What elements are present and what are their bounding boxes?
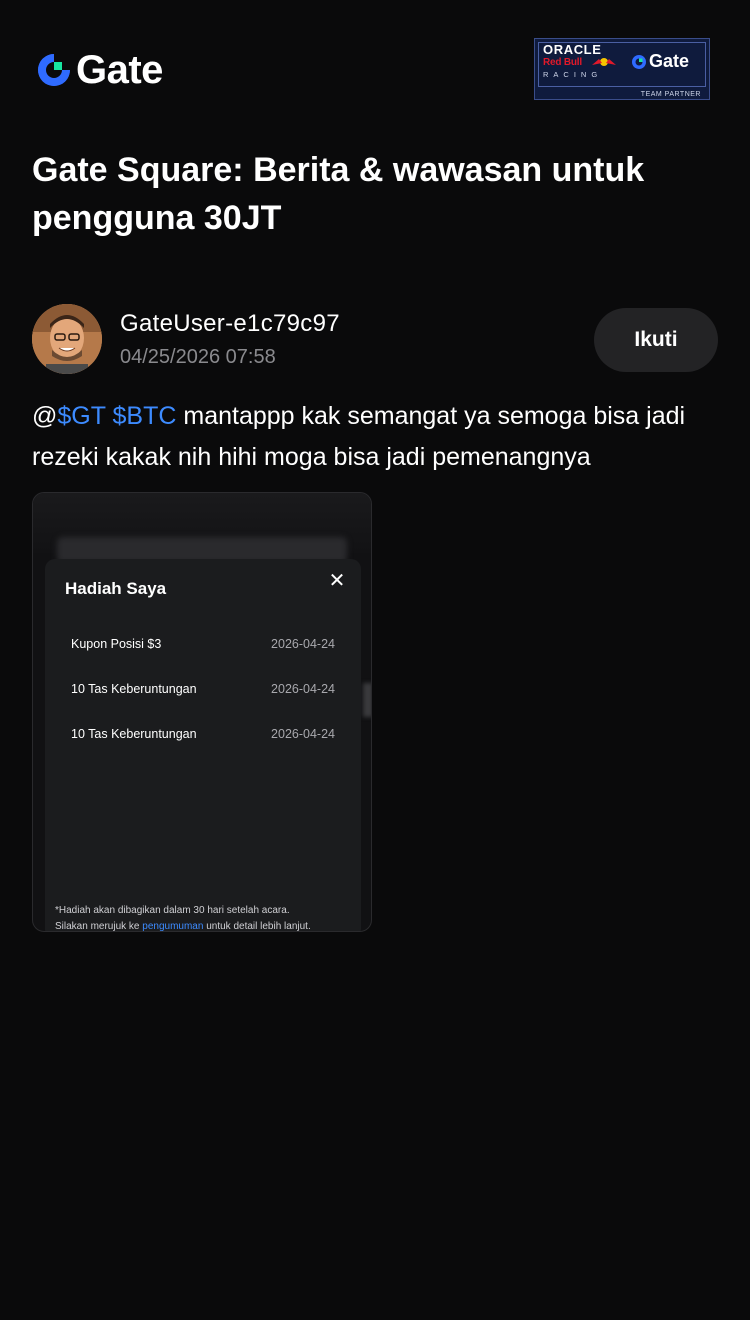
partner-racing-text: RACING [543,70,603,79]
avatar[interactable] [32,304,102,374]
partner-banner[interactable]: ORACLE Red Bull RACING Gate TEAM PARTNER [534,38,710,100]
gate-logo[interactable]: Gate [36,47,163,92]
partner-redbull-text: Red Bull [543,57,582,68]
post-body: @$GT $BTC mantappp kak semangat ya semog… [32,396,712,478]
follow-button[interactable]: Ikuti [594,308,718,372]
announcement-link: pengumuman [142,921,204,932]
reward-name: 10 Tas Keberuntungan [71,727,197,741]
close-icon: ✕ [328,570,346,592]
modal-note: *Hadiah akan dibagikan dalam 30 hari set… [55,903,355,932]
page: Gate ORACLE Red Bull RACING Gate TEAM PA… [0,0,750,1320]
reward-row: 10 Tas Keberuntungan 2026-04-24 [71,682,335,702]
partner-gate-text: Gate [649,51,690,71]
gate-mini-icon [632,54,646,69]
note-line-2: Silakan merujuk ke pengumuman untuk deta… [55,919,355,932]
author-row: GateUser-e1c79c97 04/25/2026 07:58 Ikuti [32,304,718,376]
mention-at: @ [32,402,58,430]
redbull-icon [592,58,616,66]
logo-text: Gate [76,47,163,92]
reward-name: Kupon Posisi $3 [71,637,162,651]
post-timestamp: 04/25/2026 07:58 [120,346,276,368]
reward-row: 10 Tas Keberuntungan 2026-04-24 [71,727,335,747]
note-text-b: untuk detail lebih lanjut. [203,921,311,932]
reward-row: Kupon Posisi $3 2026-04-24 [71,637,335,657]
partner-badge-text: TEAM PARTNER [640,91,701,98]
note-line-1: *Hadiah akan dibagikan dalam 30 hari set… [55,905,290,916]
reward-name: 10 Tas Keberuntungan [71,682,197,696]
tag-btc[interactable]: $BTC [113,402,177,430]
gate-logo-icon [38,54,70,86]
header: Gate ORACLE Red Bull RACING Gate TEAM PA… [34,38,714,102]
username[interactable]: GateUser-e1c79c97 [120,310,340,338]
reward-date: 2026-04-24 [271,727,335,741]
note-text-a: Silakan merujuk ke [55,921,143,932]
reward-date: 2026-04-24 [271,682,335,696]
page-title: Gate Square: Berita & wawasan untuk peng… [32,151,645,237]
partner-gate-brand: Gate [631,51,689,72]
tag-gt[interactable]: $GT [57,402,105,430]
image-blurred-side [363,683,371,717]
rewards-modal: Hadiah Saya ✕ Kupon Posisi $3 2026-04-24… [45,559,361,932]
modal-title: Hadiah Saya [65,579,167,598]
post-image[interactable]: Hadiah Saya ✕ Kupon Posisi $3 2026-04-24… [32,492,372,932]
reward-date: 2026-04-24 [271,637,335,651]
avatar-image [32,304,102,374]
